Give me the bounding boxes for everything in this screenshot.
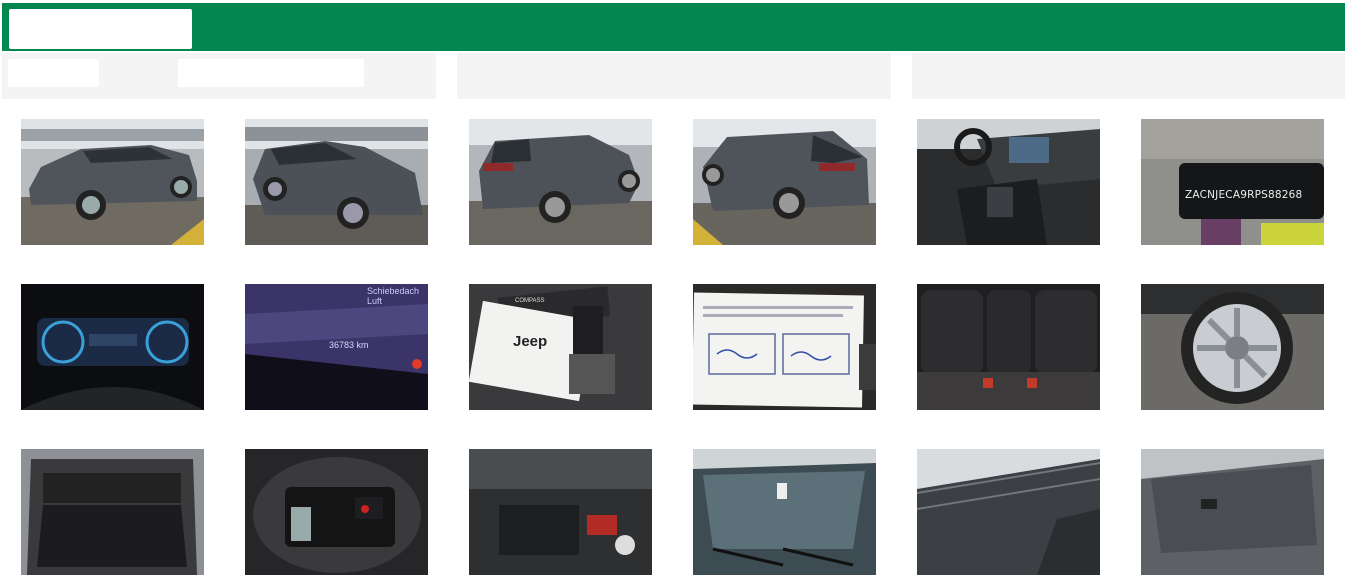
car-photo-icon [693,119,876,245]
vin-number-text: ZACNJECA9RPS88268 [1185,189,1303,201]
odometer-top-text: Schiebedach Luft [367,286,420,306]
photo-spare-tire-kit[interactable] [245,449,428,575]
wheel-photo-icon [1141,284,1324,410]
field-placeholder-2[interactable] [178,59,364,87]
car-photo-icon [21,119,204,245]
vin-photo-icon [1141,119,1324,245]
sunroof-photo-icon [1141,449,1324,575]
photo-dashboard-interior[interactable] [917,119,1100,245]
manuals-photo-icon [469,284,652,410]
photo-vin-plate[interactable]: ZACNJECA9RPS88268 [1141,119,1324,245]
photo-roof-view[interactable] [917,449,1100,575]
photo-windshield[interactable] [693,449,876,575]
info-panel-middle [457,53,891,99]
photo-front-left-view[interactable] [21,119,204,245]
photo-odometer-display[interactable]: Schiebedach Luft 36783 km [245,284,428,410]
info-panel-left [2,53,436,99]
photo-instrument-cluster[interactable] [21,284,204,410]
photo-rear-seats[interactable] [917,284,1100,410]
photo-sunroof-view[interactable] [1141,449,1324,575]
photo-rear-left-view[interactable] [469,119,652,245]
seats-photo-icon [917,284,1100,410]
photo-front-right-view[interactable] [245,119,428,245]
toolkit-photo-icon [245,449,428,575]
photo-engine-bay[interactable] [469,449,652,575]
interior-photo-icon [917,119,1100,245]
photo-owner-manuals[interactable]: COMPASS Jeep [469,284,652,410]
manual-brand-text: Jeep [513,333,548,350]
document-photo-icon [693,284,876,410]
trunk-photo-icon [21,449,204,575]
cluster-photo-icon [21,284,204,410]
photo-trunk-open[interactable] [21,449,204,575]
photo-rear-right-view[interactable] [693,119,876,245]
windshield-photo-icon [693,449,876,575]
top-bar [2,3,1345,51]
odometer-km-text: 36783 km [329,340,369,350]
photo-wheel-rim[interactable] [1141,284,1324,410]
logo-placeholder[interactable] [9,9,192,49]
car-photo-icon [245,119,428,245]
car-photo-icon [469,119,652,245]
photo-service-document[interactable] [693,284,876,410]
field-placeholder-1[interactable] [8,59,99,87]
manual-title-text: COMPASS [515,298,545,304]
info-panel-right [912,53,1345,99]
roof-photo-icon [917,449,1100,575]
engine-photo-icon [469,449,652,575]
